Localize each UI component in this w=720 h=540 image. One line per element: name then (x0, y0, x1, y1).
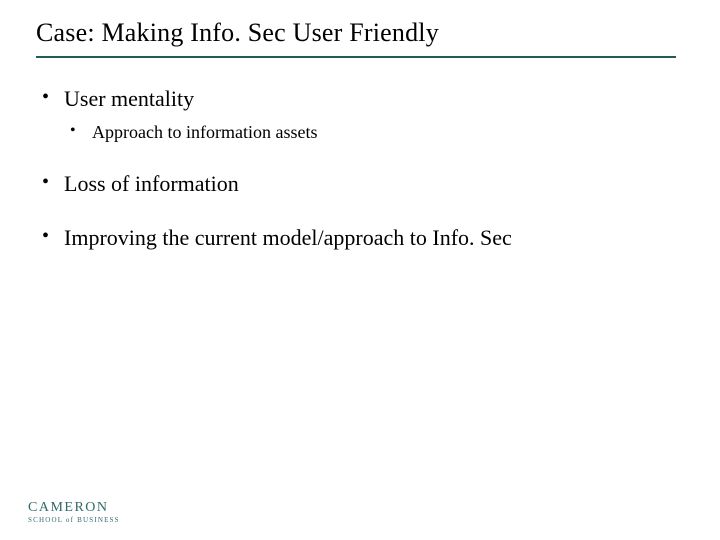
footer-logo: CAMERON SCHOOL of BUSINESS (28, 501, 120, 524)
bullet-text: Improving the current model/approach to … (64, 225, 512, 250)
list-item: Loss of information (36, 171, 684, 197)
bullet-list: User mentality Approach to information a… (36, 86, 684, 251)
logo-sub-text: SCHOOL of BUSINESS (28, 517, 120, 524)
bullet-text: Approach to information assets (92, 122, 317, 142)
list-item: User mentality Approach to information a… (36, 86, 684, 143)
bullet-text: User mentality (64, 86, 194, 111)
slide: Case: Making Info. Sec User Friendly Use… (0, 0, 720, 540)
bullet-sublist: Approach to information assets (64, 122, 684, 143)
bullet-text: Loss of information (64, 171, 239, 196)
slide-title: Case: Making Info. Sec User Friendly (36, 18, 684, 48)
list-item: Improving the current model/approach to … (36, 225, 684, 251)
title-rule (36, 56, 676, 58)
list-item: Approach to information assets (64, 122, 684, 143)
logo-main-text: CAMERON (28, 501, 120, 515)
